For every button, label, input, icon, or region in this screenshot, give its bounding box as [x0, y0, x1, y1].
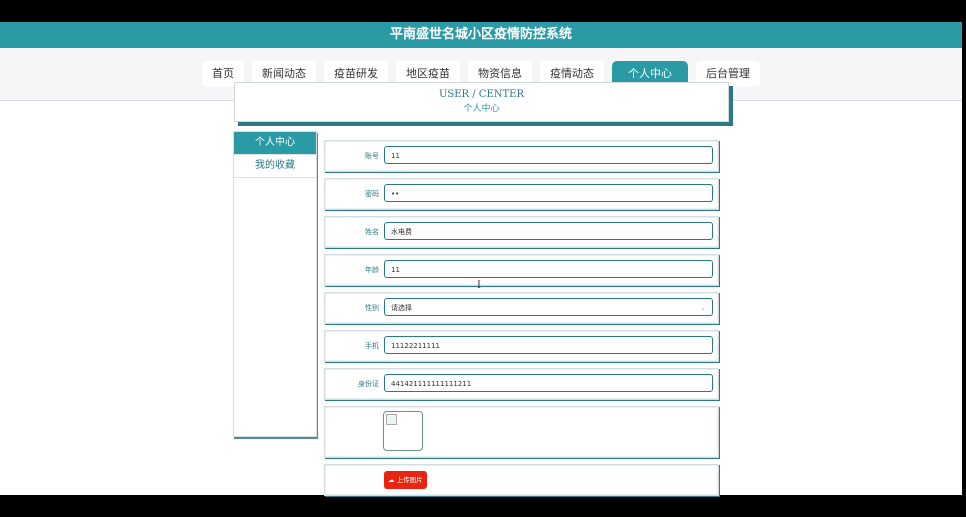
text-cursor-icon: I: [477, 280, 481, 291]
password-label: 密码: [365, 190, 379, 198]
account-label: 账号: [365, 152, 379, 160]
upload-image-button[interactable]: ☁ 上传图片: [384, 471, 427, 489]
name-label: 姓名: [365, 228, 379, 236]
chevron-down-icon: ⌄: [700, 304, 706, 312]
sidebar-item-user-center[interactable]: 个人中心: [234, 132, 316, 155]
form-row-password: 密码 ••: [324, 178, 719, 210]
form-row-id-card: 身份证 441421111111111211: [324, 368, 719, 400]
form-row-phone: 手机 11122211111: [324, 330, 719, 362]
banner-title-cn: 个人中心: [463, 104, 500, 114]
sidebar: 个人中心 我的收藏: [233, 131, 317, 437]
form-row-gender: 性别 请选择 ⌄: [324, 292, 719, 324]
form-row-name: 姓名 水电费: [324, 216, 719, 248]
banner-title-en: USER / CENTER: [438, 89, 525, 100]
phone-label: 手机: [365, 342, 379, 350]
upload-button-label: 上传图片: [396, 476, 423, 484]
avatar-image: [383, 411, 423, 451]
gender-select[interactable]: 请选择 ⌄: [384, 298, 713, 316]
form-row-avatar: [324, 406, 719, 458]
account-input[interactable]: 11: [384, 146, 713, 164]
form-row-account: 账号 11: [324, 140, 719, 172]
user-center-banner: USER / CENTER 个人中心: [234, 82, 729, 122]
profile-form: 账号 11 密码 •• 姓名 水电费 年龄 11 性别 请选择 ⌄ 手机 111…: [324, 140, 719, 502]
form-row-upload: ☁ 上传图片: [324, 464, 719, 496]
gender-select-value: 请选择: [391, 304, 412, 312]
password-input[interactable]: ••: [384, 184, 713, 202]
name-input[interactable]: 水电费: [384, 222, 713, 240]
broken-image-icon: [386, 414, 397, 425]
id-card-input[interactable]: 441421111111111211: [384, 374, 713, 392]
cloud-upload-icon: ☁: [388, 476, 395, 484]
sidebar-item-favorites[interactable]: 我的收藏: [234, 155, 316, 178]
app-title: 平南盛世名城小区疫情防控系统: [0, 22, 962, 48]
form-row-age: 年龄 11: [324, 254, 719, 286]
age-input[interactable]: 11: [384, 260, 713, 278]
age-label: 年龄: [365, 266, 379, 274]
gender-label: 性别: [365, 304, 379, 312]
id-card-label: 身份证: [358, 380, 379, 388]
phone-input[interactable]: 11122211111: [384, 336, 713, 354]
